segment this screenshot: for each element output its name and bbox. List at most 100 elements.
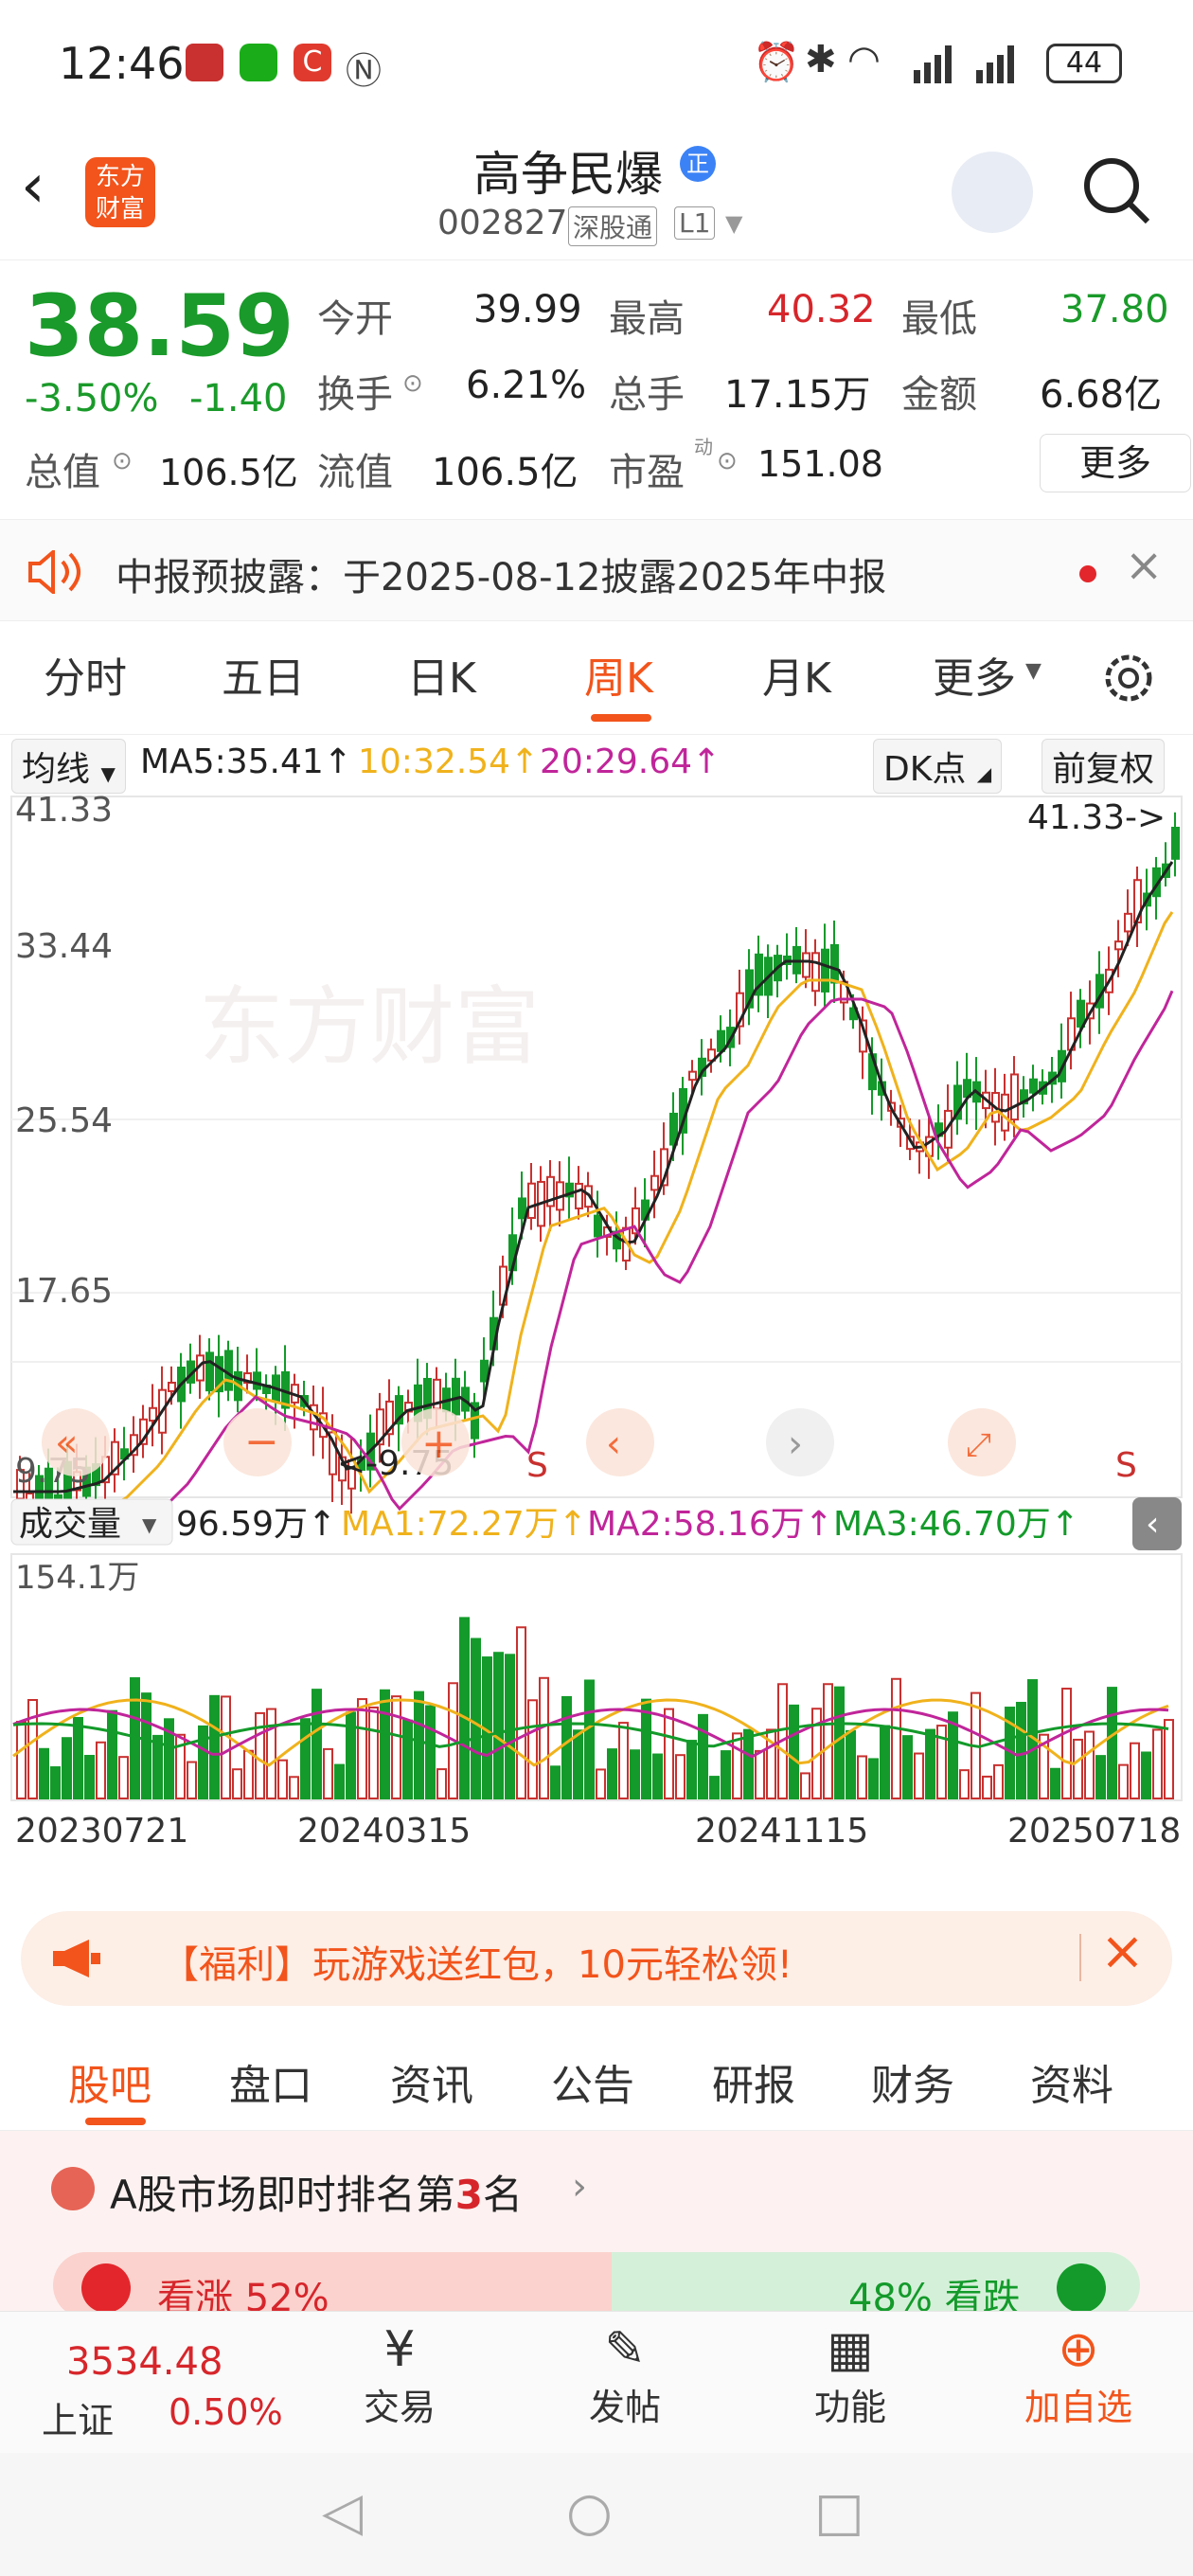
robot-assistant-icon[interactable]: [952, 152, 1033, 233]
candle-body: [1010, 1073, 1019, 1121]
recents-nav-icon[interactable]: □: [814, 2481, 864, 2543]
level-tag[interactable]: L1: [674, 206, 716, 240]
tab-news[interactable]: 资讯: [390, 2051, 473, 2112]
tab-intraday[interactable]: 分时: [44, 644, 127, 705]
volume-bar: [402, 1719, 413, 1800]
status-time: 12:46: [59, 38, 185, 89]
volume-bar: [959, 1769, 970, 1800]
tab-announcements[interactable]: 公告: [551, 2051, 634, 2112]
arrow-down-icon[interactable]: [1057, 2263, 1106, 2313]
index-pct: 0.50%: [169, 2391, 283, 2433]
pe-value: 151.08: [757, 443, 883, 485]
post-button[interactable]: ✎ 发帖: [578, 2321, 672, 2430]
trade-button[interactable]: ¥ 交易: [352, 2321, 447, 2430]
volume-bar: [891, 1677, 901, 1800]
volume-bar: [561, 1695, 572, 1799]
add-watchlist-button[interactable]: ⊕ 加自选: [1017, 2321, 1140, 2430]
grid-icon: ▦: [827, 2321, 874, 2378]
candle-body: [1029, 1078, 1038, 1094]
volume-bar: [846, 1729, 856, 1800]
chevron-down-icon[interactable]: ▼: [725, 210, 742, 237]
chevron-down-icon[interactable]: ▼: [1025, 659, 1042, 683]
wechat-icon: [240, 44, 277, 81]
tab-finance[interactable]: 财务: [871, 2051, 954, 2112]
change-abs: -1.40: [189, 377, 288, 420]
volume-bar: [664, 1708, 674, 1800]
vol-ma3-label: MA3:46.70万↑: [833, 1505, 1079, 1544]
high-value: 40.32: [767, 288, 876, 331]
tab-profile[interactable]: 资料: [1030, 2051, 1113, 2112]
active-tab-indicator: [85, 2118, 146, 2125]
tab-forum[interactable]: 股吧: [68, 2051, 151, 2112]
bluetooth-icon: ✱: [805, 38, 837, 81]
promo-banner[interactable]: 【福利】玩游戏送红包，10元轻松领! ×: [21, 1911, 1172, 2006]
volume-bar: [789, 1704, 799, 1800]
turnover-label: 换手: [317, 373, 393, 417]
ma-selector[interactable]: 均线 ▼: [11, 739, 126, 794]
amount-label: 金额: [901, 373, 977, 417]
candle-body: [811, 952, 820, 993]
mcap-label: 总值: [25, 451, 100, 494]
adjust-selector[interactable]: 前复权: [1042, 739, 1166, 794]
kline-chart-svg[interactable]: 东方财富 41.33 33.44 25.54 17.65 9.75 41.33-…: [0, 791, 1193, 1908]
price-axis-4: 17.65: [15, 1272, 113, 1311]
home-nav-icon[interactable]: ○: [566, 2481, 613, 2543]
arrow-up-icon[interactable]: [81, 2263, 131, 2313]
report-notice[interactable]: 中报预披露：于2025-08-12披露2025年中报 ×: [0, 519, 1193, 621]
candle-body: [821, 948, 829, 993]
close-icon[interactable]: ×: [1125, 539, 1163, 592]
info-icon[interactable]: ⊙: [402, 369, 423, 398]
app-logo: 东方 财富: [85, 157, 155, 227]
bullish-bar[interactable]: [53, 2252, 612, 2318]
tab-weekly-k[interactable]: 周K: [584, 644, 653, 705]
volume-bar: [823, 1683, 833, 1799]
kline-chart-area[interactable]: 东方财富 41.33 33.44 25.54 17.65 9.75 41.33-…: [0, 791, 1193, 1908]
candle-body: [1171, 826, 1180, 860]
back-icon[interactable]: ‹: [21, 152, 45, 222]
price-axis-2: 33.44: [15, 927, 113, 966]
volume-bar: [505, 1654, 515, 1799]
wifi-icon: ◠: [847, 38, 881, 81]
close-icon[interactable]: ×: [1100, 1921, 1145, 1982]
speaker-icon: [28, 550, 80, 594]
volume-bar: [425, 1705, 436, 1799]
back-nav-icon[interactable]: ◁: [322, 2481, 363, 2543]
turnover-value: 6.21%: [466, 364, 587, 407]
volume-bar: [1095, 1755, 1106, 1799]
ma10-label: 10:32.54↑: [358, 742, 540, 781]
tab-monthly-k[interactable]: 月K: [762, 644, 831, 705]
stock-name: 高争民爆: [473, 147, 663, 202]
low-label: 最低: [901, 297, 977, 341]
info-icon[interactable]: ⊙: [717, 447, 738, 475]
volume-bar: [539, 1676, 549, 1800]
dk-point-toggle[interactable]: DK点 ◢: [873, 739, 1003, 794]
tab-daily-k[interactable]: 日K: [407, 644, 476, 705]
vol-ma1-label: MA1:72.27万↑: [341, 1505, 587, 1544]
volume-bar: [323, 1747, 333, 1799]
volume-bar: [596, 1768, 606, 1800]
tab-research[interactable]: 研报: [712, 2051, 795, 2112]
volume-bar: [630, 1749, 640, 1799]
chevron-right-icon: ›: [788, 1422, 803, 1466]
volume-bar: [834, 1686, 845, 1800]
volume-bar: [550, 1765, 561, 1800]
active-tab-indicator: [591, 714, 651, 722]
function-button[interactable]: ▦ 功能: [803, 2321, 898, 2430]
volume-bar: [62, 1737, 72, 1800]
tab-more[interactable]: 更多: [933, 644, 1016, 705]
more-button[interactable]: 更多: [1040, 434, 1191, 492]
info-icon[interactable]: ⊙: [112, 447, 133, 475]
tab-orderbook[interactable]: 盘口: [229, 2051, 312, 2112]
date-label: 20241115: [695, 1812, 868, 1851]
candle-body: [1077, 999, 1085, 1028]
tab-five-day[interactable]: 五日: [222, 644, 305, 705]
gear-icon[interactable]: [1098, 648, 1159, 708]
volume-bar: [1118, 1763, 1129, 1799]
ma5-label: MA5:35.41↑: [140, 742, 352, 781]
volume-bar: [493, 1652, 504, 1799]
market-rank-card[interactable]: A股市场即时排名第3名 › 看涨 52% 48% 看跌: [0, 2131, 1193, 2320]
search-icon[interactable]: [1079, 153, 1155, 229]
volume-bar: [1107, 1687, 1117, 1800]
volume-bar: [209, 1694, 220, 1800]
candle-body: [480, 1359, 489, 1383]
